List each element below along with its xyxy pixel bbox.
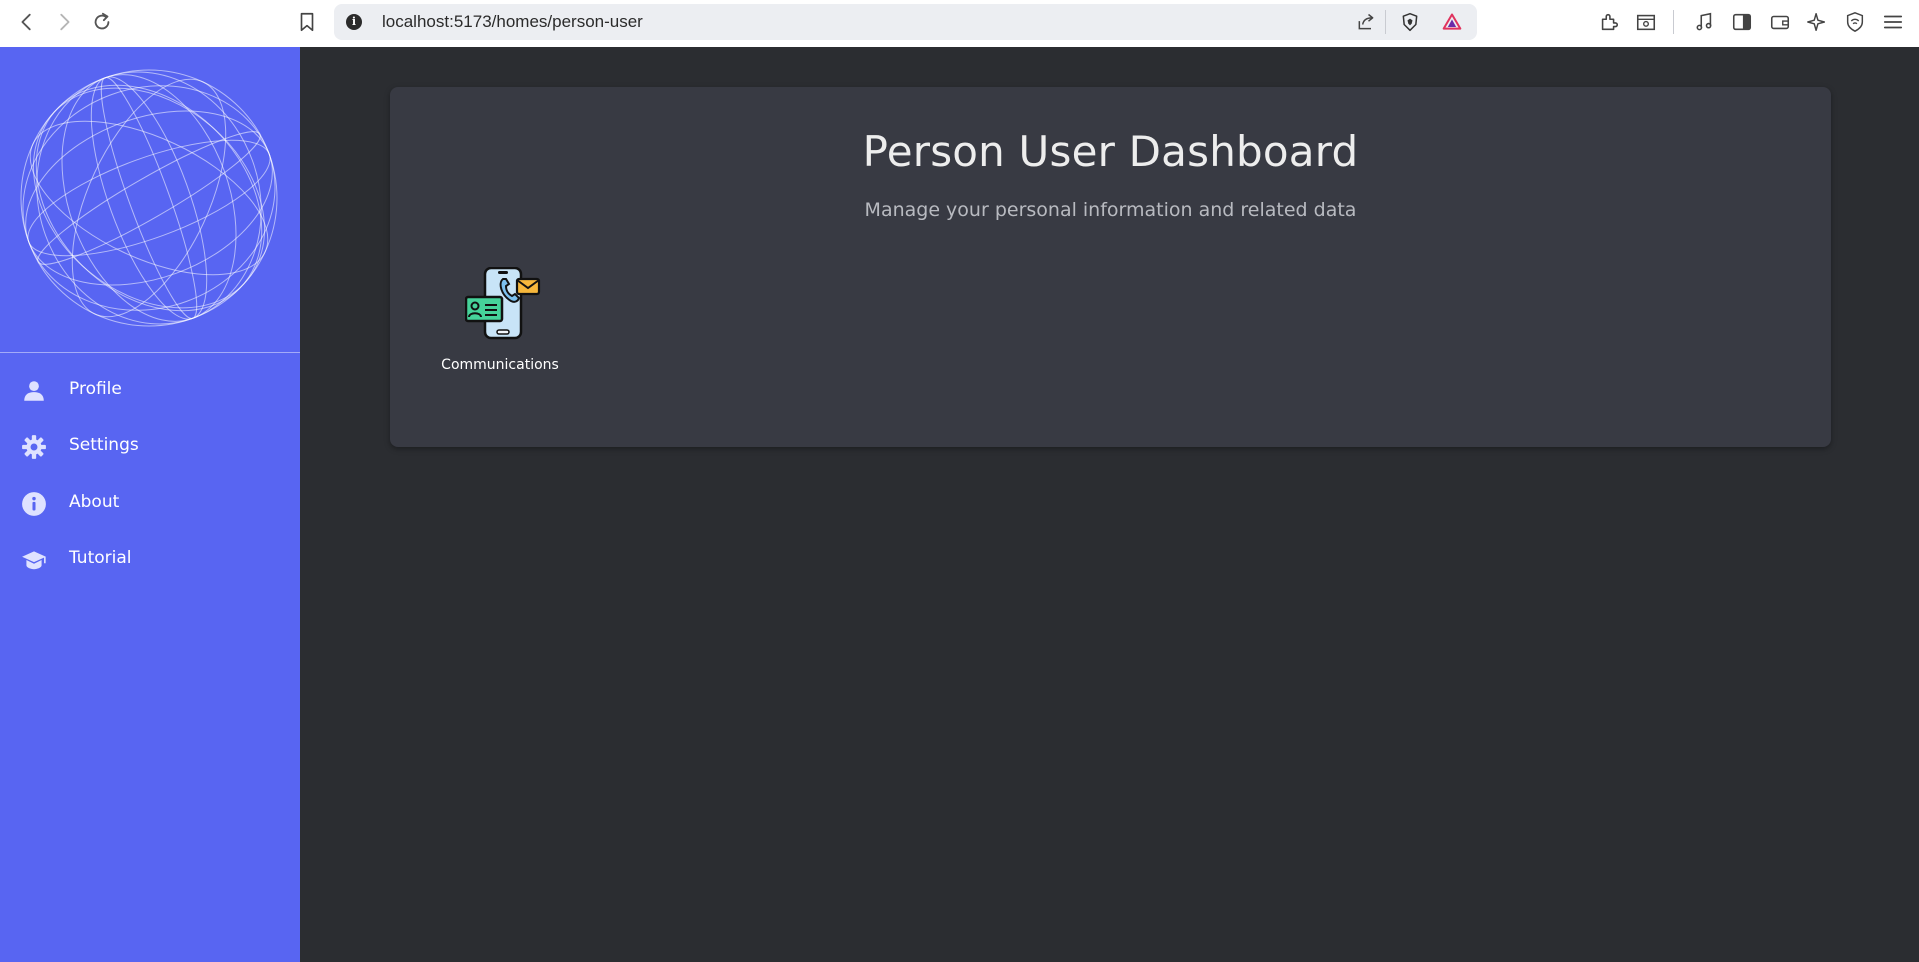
page-title: Person User Dashboard <box>862 127 1359 176</box>
toolbar-separator <box>1673 10 1674 34</box>
sidebar-toggle-icon[interactable] <box>1729 9 1755 35</box>
tile-label: Communications <box>441 357 559 373</box>
reader-icon[interactable] <box>1633 9 1659 35</box>
music-icon[interactable] <box>1691 9 1717 35</box>
leo-ai-icon[interactable] <box>1804 9 1830 35</box>
menu-icon[interactable] <box>1880 9 1906 35</box>
communications-icon <box>464 266 541 343</box>
url-separator <box>1385 10 1386 34</box>
tile-communications[interactable]: Communications <box>440 266 560 377</box>
graduation-cap-icon <box>21 547 47 573</box>
info-icon <box>21 491 47 517</box>
url-host: localhost <box>382 12 450 31</box>
url-path: :5173/homes/person-user <box>449 12 643 31</box>
sidebar: Profile Settings About Tutorial <box>0 47 300 962</box>
sidebar-divider <box>0 352 300 353</box>
brave-rewards-icon[interactable] <box>1440 10 1464 34</box>
user-icon <box>21 378 47 404</box>
sidebar-item-label: Settings <box>69 435 139 455</box>
dashboard-card: Person User Dashboard Manage your person… <box>390 87 1831 447</box>
address-bar[interactable]: i localhost:5173/homes/person-user <box>334 4 1477 40</box>
wallet-icon[interactable] <box>1767 9 1793 35</box>
sidebar-item-profile[interactable]: Profile <box>0 368 300 412</box>
sidebar-item-settings[interactable]: Settings <box>0 424 300 468</box>
sidebar-item-label: Profile <box>69 379 122 399</box>
browser-toolbar: i localhost:5173/homes/person-user <box>0 0 1919 47</box>
globe-logo <box>18 67 280 329</box>
reload-icon[interactable] <box>89 9 115 35</box>
page-subtitle: Manage your personal information and rel… <box>864 199 1357 221</box>
forward-icon[interactable] <box>51 9 77 35</box>
sidebar-item-label: Tutorial <box>69 548 132 568</box>
share-icon[interactable] <box>1354 10 1378 34</box>
bookmark-icon[interactable] <box>294 9 320 35</box>
sidebar-item-label: About <box>69 492 120 512</box>
sidebar-item-about[interactable]: About <box>0 481 300 525</box>
extensions-icon[interactable] <box>1596 9 1622 35</box>
brave-shields-icon[interactable] <box>1398 10 1422 34</box>
back-icon[interactable] <box>14 9 40 35</box>
vpn-icon[interactable] <box>1842 9 1868 35</box>
site-info-icon[interactable]: i <box>346 14 362 30</box>
url-text[interactable]: localhost:5173/homes/person-user <box>382 12 643 32</box>
sidebar-item-tutorial[interactable]: Tutorial <box>0 537 300 581</box>
gear-icon <box>21 434 47 460</box>
